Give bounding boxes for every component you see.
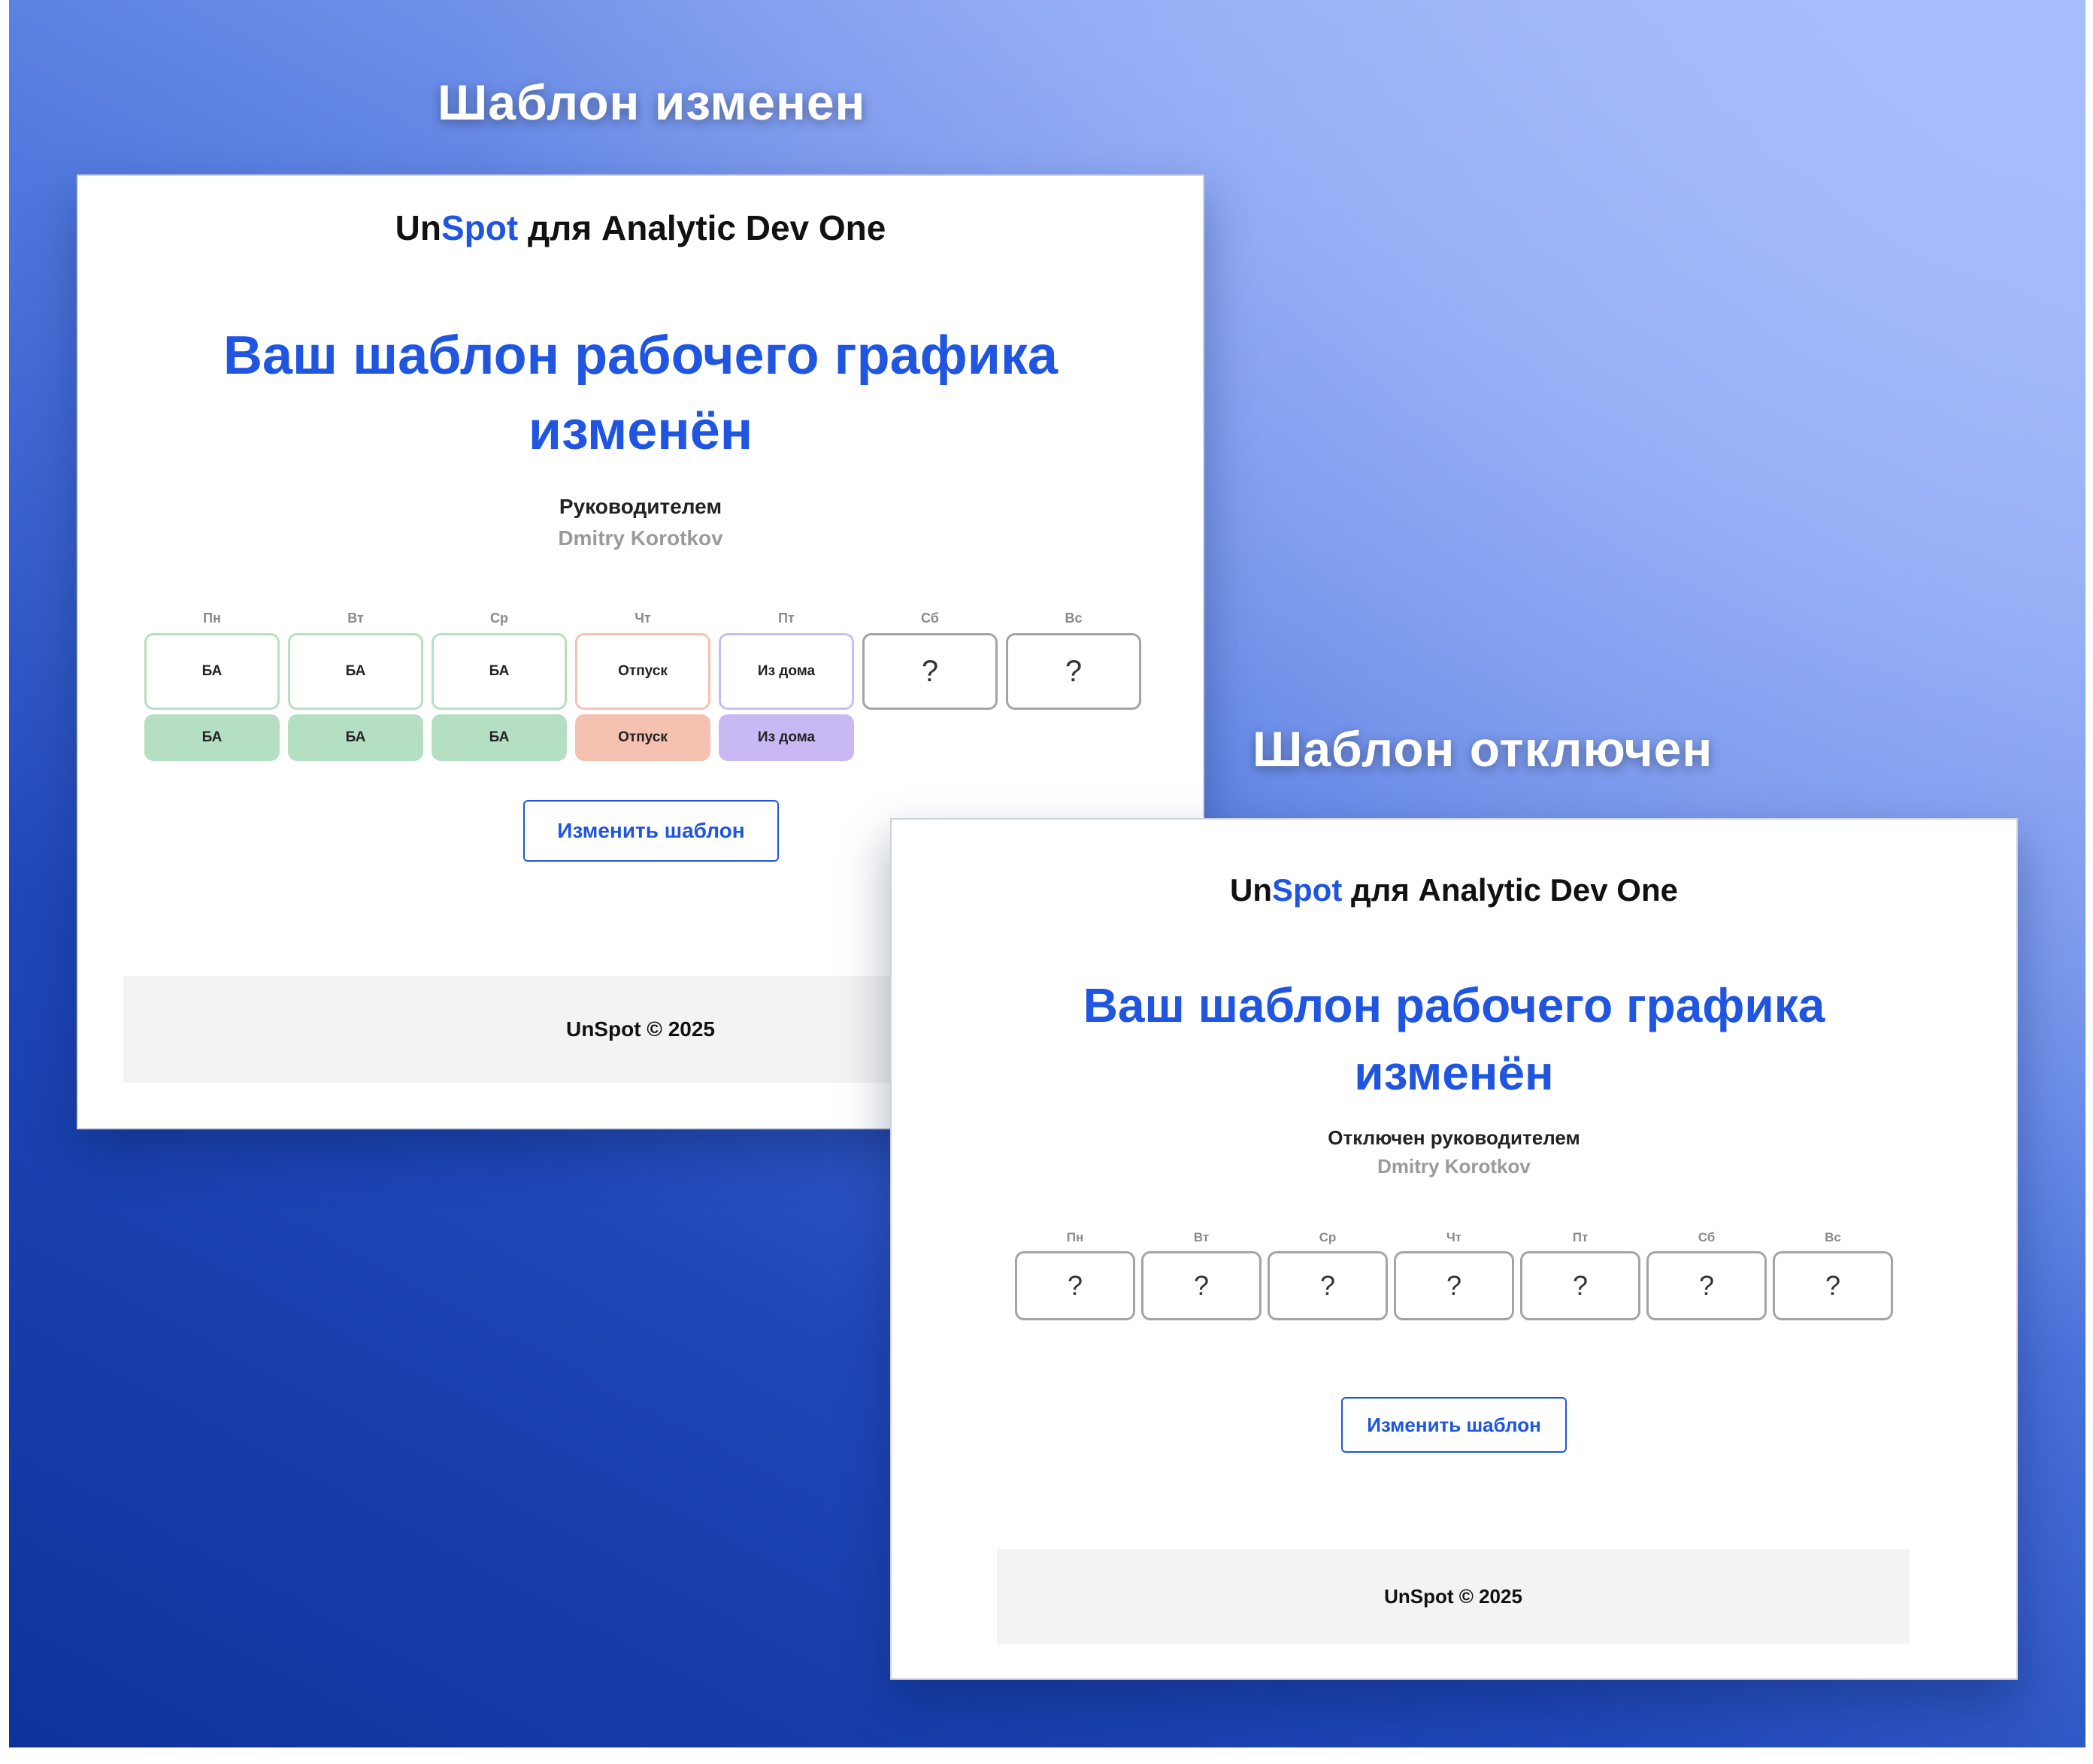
template-day-cell[interactable]: ? (1646, 1251, 1767, 1320)
day-header: Пт (778, 611, 795, 626)
day-header: Пн (203, 611, 221, 626)
headline-line-1: Ваш шаблон рабочего графика (1083, 978, 1825, 1032)
change-template-button[interactable]: Изменить шаблон (1341, 1397, 1567, 1453)
brand-spot: Spot (1272, 872, 1343, 908)
disabled-by-label: Отключен руководителем (1328, 1126, 1580, 1149)
day-header: Чт (635, 611, 651, 626)
headline-line-2: изменён (528, 401, 753, 461)
caption-template-disabled: Шаблон отключен (1252, 721, 1713, 777)
template-day-cell[interactable]: ? (1394, 1251, 1514, 1320)
day-header: Вс (1825, 1230, 1841, 1244)
footer-copyright: UnSpot © 2025 (1384, 1584, 1522, 1608)
template-day-cell[interactable]: ? (1520, 1251, 1640, 1320)
headline-line-2: изменён (1354, 1046, 1554, 1100)
brand-un: Un (1230, 872, 1273, 908)
day-header: Пн (1066, 1230, 1084, 1244)
day-header: Ср (1319, 1230, 1337, 1244)
footer-copyright: UnSpot © 2025 (565, 1017, 715, 1041)
day-header: Пт (1572, 1230, 1589, 1244)
actual-day-chip: БА (144, 714, 280, 761)
day-header: Вт (347, 611, 364, 626)
day-header: Чт (1446, 1230, 1462, 1244)
manager-name: Dmitry Korotkov (1377, 1155, 1531, 1178)
template-day-cell[interactable]: Отпуск (575, 633, 710, 710)
day-header: Вт (1193, 1230, 1210, 1244)
day-header: Вс (1065, 611, 1083, 626)
actual-day-chip: БА (288, 714, 423, 761)
brand-company: для Analytic Dev One (518, 208, 886, 247)
template-day-cell[interactable]: БА (144, 633, 280, 710)
caption-template-changed: Шаблон изменен (438, 74, 866, 130)
brand-spot: Spot (441, 208, 519, 247)
template-day-cell[interactable]: ? (1268, 1251, 1388, 1320)
manager-name: Dmitry Korotkov (558, 526, 723, 550)
background-canvas: Шаблон изменен Шаблон отключен UnSpot дл… (9, 0, 2085, 1747)
headline-line-1: Ваш шаблон рабочего графика (223, 326, 1058, 386)
email-template-disabled: UnSpot для Analytic Dev One Ваш шаблон р… (890, 818, 2018, 1680)
template-day-cell[interactable]: Из дома (719, 633, 854, 710)
template-day-cell[interactable]: ? (1773, 1251, 1893, 1320)
actual-day-chip: БА (432, 714, 567, 761)
changed-by-label: Руководителем (559, 495, 722, 518)
template-day-cell[interactable]: БА (432, 633, 567, 710)
day-header: Ср (490, 611, 508, 626)
template-day-cell[interactable]: ? (1006, 633, 1141, 710)
brand-header: UnSpot для Analytic Dev One (78, 208, 1203, 248)
template-day-cell[interactable]: ? (1015, 1251, 1135, 1320)
template-day-cell[interactable]: БА (288, 633, 423, 710)
template-day-cell[interactable]: ? (1141, 1251, 1262, 1320)
brand-un: Un (395, 208, 441, 247)
template-day-cell[interactable]: ? (862, 633, 998, 710)
actual-day-chip: Отпуск (575, 714, 710, 761)
brand-header: UnSpot для Analytic Dev One (892, 872, 2016, 908)
actual-day-chip: Из дома (719, 714, 854, 761)
day-header: Сб (921, 611, 939, 626)
change-template-button[interactable]: Изменить шаблон (523, 800, 779, 862)
day-header: Сб (1698, 1230, 1716, 1244)
footer: UnSpot © 2025 (997, 1549, 1910, 1644)
brand-company: для Analytic Dev One (1342, 872, 1678, 908)
